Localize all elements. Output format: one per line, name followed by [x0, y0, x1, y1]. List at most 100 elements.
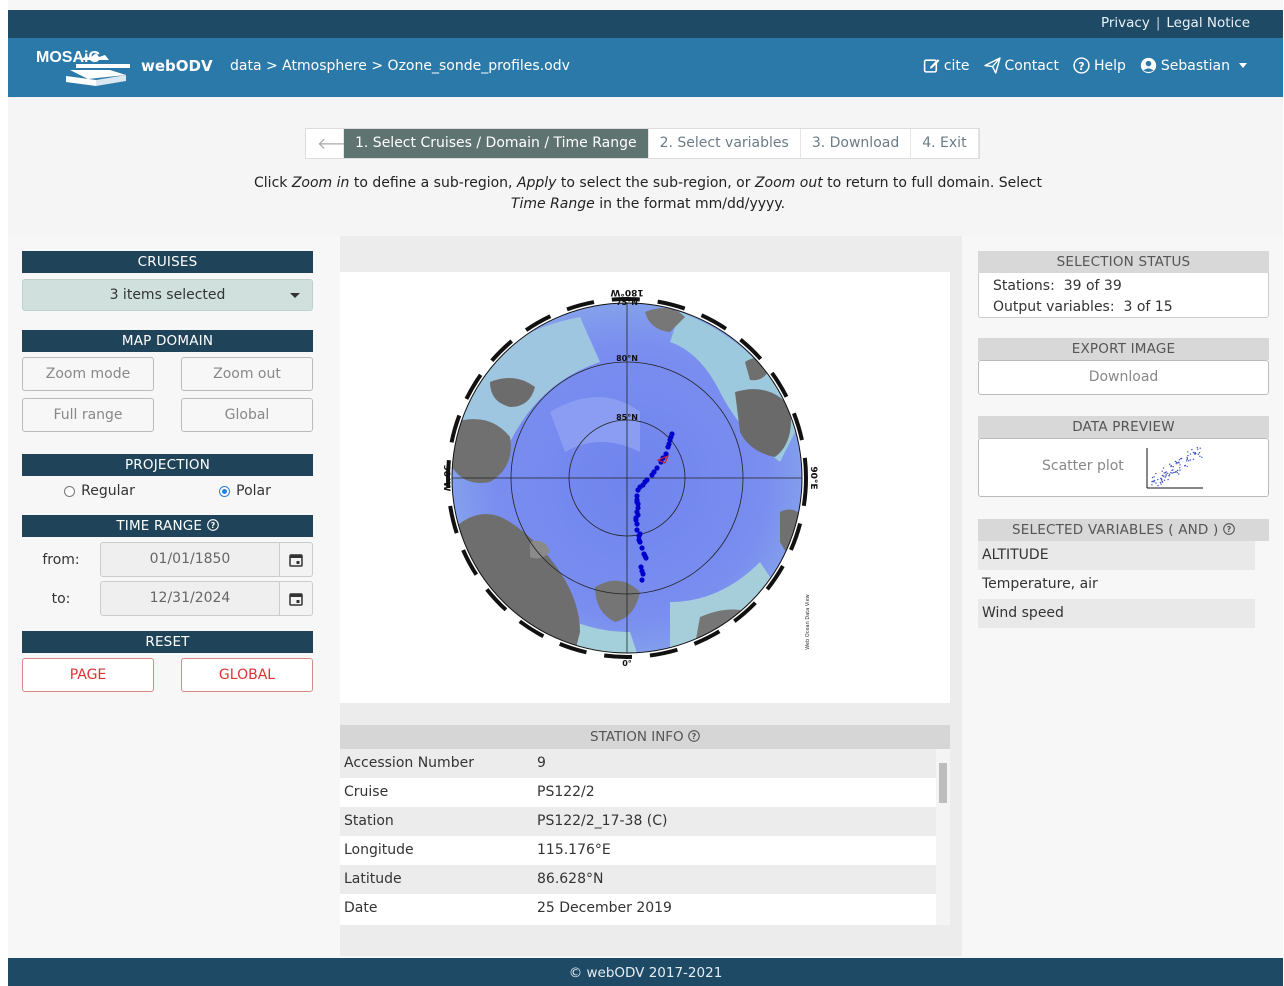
mosaic-logo[interactable]: MOSAiC: [36, 46, 132, 88]
selected-variables-list[interactable]: ALTITUDE Temperature, air Wind speed: [978, 541, 1269, 907]
lon-label-top: 180°W: [610, 287, 643, 297]
previous-step-button[interactable]: 🡐: [306, 129, 360, 158]
contact-link[interactable]: Contact: [983, 57, 1059, 74]
scrollbar-thumb[interactable]: [939, 763, 947, 803]
legal-notice-link[interactable]: Legal Notice: [1166, 15, 1250, 31]
zoom-out-button[interactable]: Zoom out: [181, 357, 313, 391]
step-2[interactable]: 2. Select variables: [649, 129, 801, 158]
station-info-table: Accession Number 9 Cruise PS122/2 Station P…: [340, 749, 950, 925]
scatter-icon-dot: [1165, 475, 1167, 477]
reset-page-button[interactable]: PAGE: [22, 658, 154, 692]
scatter-icon-dot: [1179, 464, 1181, 466]
help-label: Help: [1093, 57, 1126, 74]
scatter-icon-dot: [1177, 469, 1179, 472]
projection-polar-label: Polar: [236, 483, 271, 499]
instruction-text: Click Zoom in to define a sub-region, Ap…: [254, 175, 1042, 212]
scatter-icon-dot: [1191, 448, 1193, 451]
scatter-icon-dot: [1186, 465, 1188, 468]
scatter-icon-dot: [1192, 451, 1195, 454]
next-step-button[interactable]: 🡒: [1276, 380, 1284, 409]
step-navigation: 🡐 1. Select Cruises / Domain / Time Rang…: [305, 128, 980, 159]
scatter-icon-dot: [1160, 483, 1162, 485]
scatter-icon-dot: [1151, 481, 1153, 483]
help-icon[interactable]: ?: [688, 730, 700, 742]
scatter-icon-dot: [1186, 460, 1188, 462]
reset-header: RESET: [22, 631, 313, 653]
selection-status-header: SELECTION STATUS: [978, 251, 1269, 273]
zoom-mode-button[interactable]: Zoom mode: [22, 357, 154, 391]
reset-global-button[interactable]: GLOBAL: [181, 658, 313, 692]
scatter-icon-dot: [1188, 460, 1190, 462]
brand-name[interactable]: webODV: [141, 57, 213, 75]
station-map[interactable]: 75°N 180°W 80°N 85°N 90°W 90°E 0° Web Oc…: [340, 272, 950, 703]
lat-label-85: 85°N: [616, 413, 638, 422]
list-item[interactable]: Wind speed: [978, 599, 1255, 628]
separator: |: [1155, 15, 1161, 31]
scatter-icon-dot: [1196, 447, 1198, 449]
station-dot[interactable]: [639, 545, 645, 551]
scatter-plot-preview-button[interactable]: Scatter plot: [978, 438, 1269, 497]
help-link[interactable]: ? Help: [1073, 57, 1126, 74]
help-icon[interactable]: ?: [206, 519, 219, 531]
privacy-link[interactable]: Privacy: [1101, 15, 1150, 31]
output-variables-count: 3 of 15: [1123, 299, 1173, 315]
right-panel: SELECTION STATUS Stations: 39 of 39 Outp…: [978, 251, 1269, 907]
station-dot[interactable]: [651, 469, 657, 475]
cruises-header: CRUISES: [22, 251, 313, 273]
station-dot[interactable]: [637, 484, 643, 490]
station-info-scrollbar[interactable]: [936, 749, 950, 925]
cruises-select[interactable]: 3 items selected: [22, 279, 313, 311]
step-1[interactable]: 1. Select Cruises / Domain / Time Range: [344, 129, 649, 158]
scatter-icon-dot: [1161, 474, 1163, 477]
scatter-icon-dot: [1170, 465, 1172, 468]
download-image-button[interactable]: Download: [978, 360, 1269, 395]
full-range-button[interactable]: Full range: [22, 398, 154, 432]
scatter-icon-dot: [1179, 467, 1181, 469]
from-calendar-button[interactable]: [280, 542, 313, 577]
station-dot[interactable]: [635, 501, 641, 507]
station-dot[interactable]: [642, 479, 648, 485]
scatter-icon-dot: [1199, 455, 1201, 457]
from-date-input[interactable]: 01/01/1850: [100, 542, 280, 577]
svg-text:?: ?: [692, 732, 697, 741]
scatter-icon-dot: [1159, 487, 1161, 489]
help-icon[interactable]: ?: [1223, 523, 1235, 535]
station-dot[interactable]: [642, 553, 648, 559]
list-item[interactable]: ALTITUDE: [978, 541, 1255, 570]
scatter-icon-dot: [1165, 471, 1167, 473]
station-dot[interactable]: [636, 537, 642, 543]
station-dot[interactable]: [666, 441, 672, 447]
to-calendar-button[interactable]: [280, 581, 313, 616]
station-dot[interactable]: [639, 568, 645, 574]
scatter-icon-dot: [1160, 479, 1163, 481]
lon-label-left: 90°W: [441, 465, 451, 492]
list-item[interactable]: Temperature, air: [978, 570, 1255, 599]
svg-text:?: ?: [210, 521, 215, 530]
map-watermark: Web Ocean Data View: [805, 594, 811, 649]
projection-polar-radio[interactable]: Polar: [219, 483, 271, 499]
step-3[interactable]: 3. Download: [801, 129, 912, 158]
scatter-icon-dot: [1187, 454, 1189, 457]
lon-label-right: 90°E: [808, 466, 818, 489]
station-dot[interactable]: [633, 517, 639, 523]
scatter-icon-dot: [1192, 458, 1195, 460]
to-date-input[interactable]: 12/31/2024: [100, 581, 280, 616]
svg-text:?: ?: [1078, 60, 1084, 73]
global-button[interactable]: Global: [181, 398, 313, 432]
station-dot[interactable]: [668, 434, 674, 440]
step-4[interactable]: 4. Exit: [911, 129, 979, 158]
scatter-icon-dot: [1178, 473, 1180, 475]
table-row: Date 25 December 2019: [344, 900, 672, 916]
station-dot[interactable]: [635, 512, 641, 518]
cruises-selected: 3 items selected: [109, 287, 226, 303]
stations-label: Stations:: [993, 278, 1055, 294]
cite-link[interactable]: cite: [923, 57, 970, 74]
polar-map[interactable]: 75°N 180°W 80°N 85°N 90°W 90°E 0° Web Oc…: [340, 272, 950, 703]
projection-regular-radio[interactable]: Regular: [64, 483, 135, 499]
scatter-icon-dot: [1186, 458, 1188, 461]
user-menu[interactable]: Sebastian: [1140, 57, 1247, 74]
station-dot[interactable]: [637, 531, 643, 537]
station-dot[interactable]: [639, 577, 645, 583]
footer: © webODV 2017-2021: [8, 958, 1283, 986]
cite-label: cite: [943, 57, 970, 74]
